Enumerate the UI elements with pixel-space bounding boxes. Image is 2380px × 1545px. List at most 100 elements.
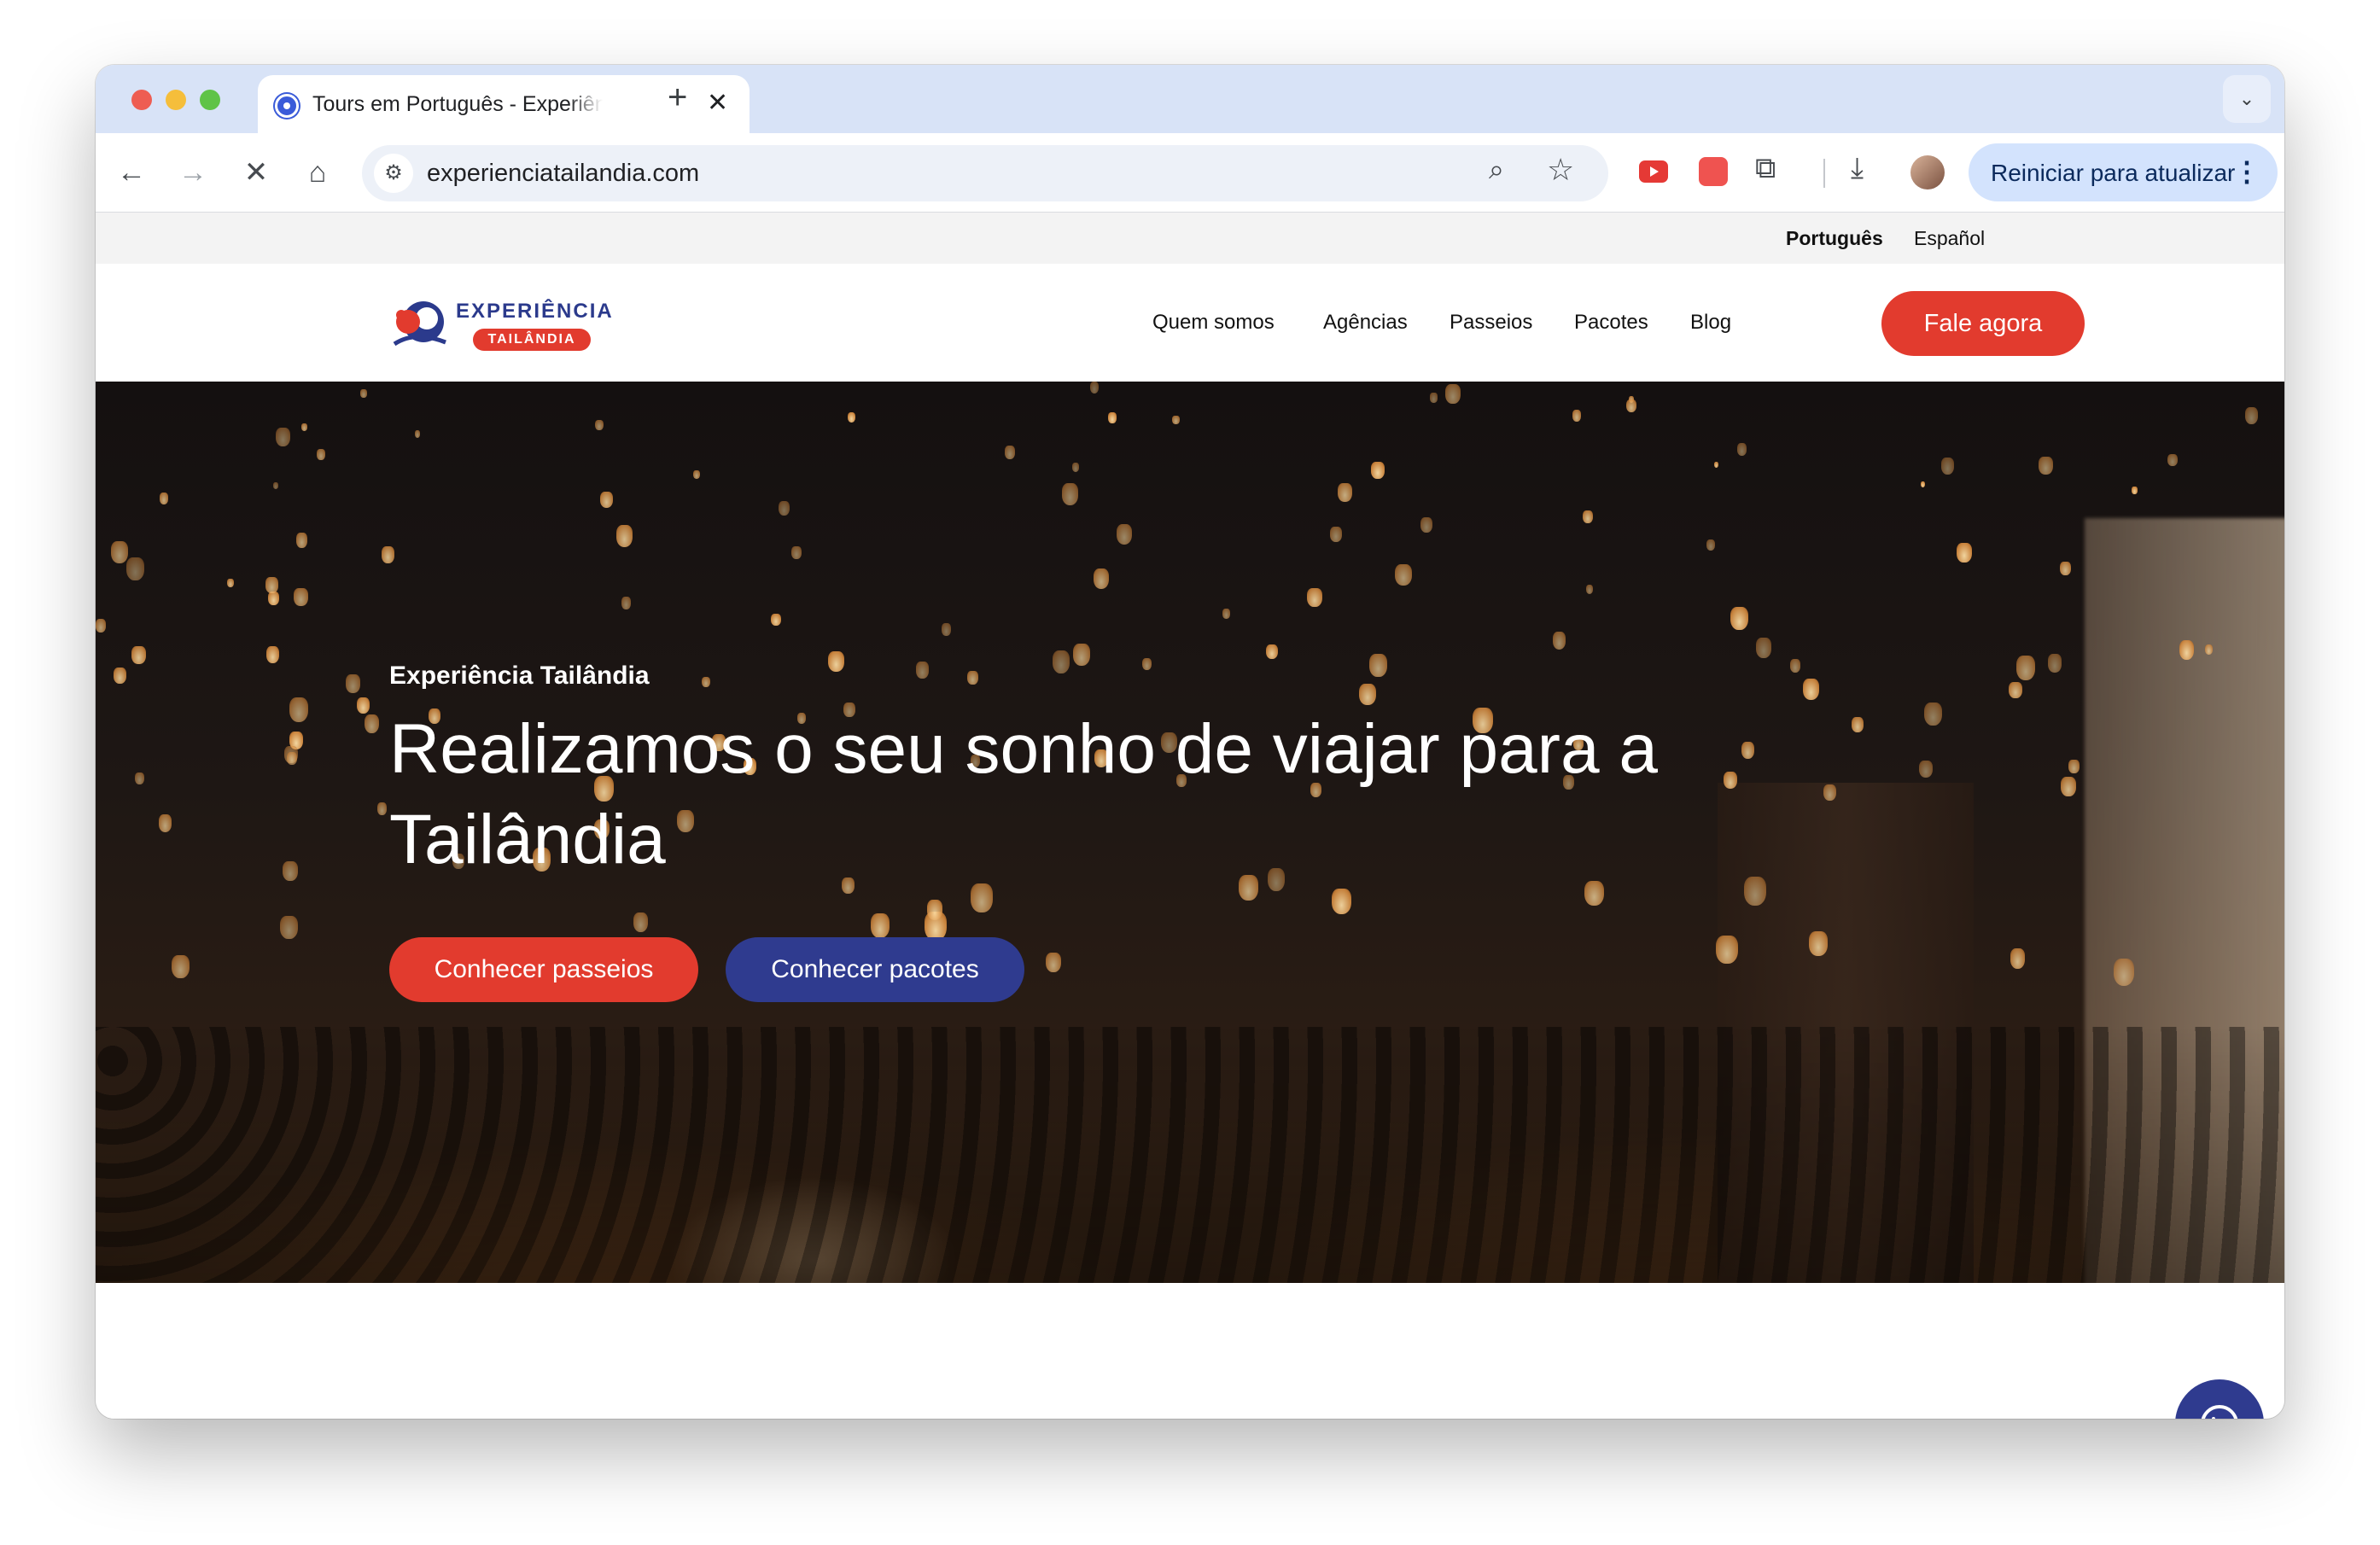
lantern-decoration	[1730, 607, 1748, 631]
lantern-decoration	[381, 546, 394, 563]
lantern-decoration	[172, 954, 190, 978]
web-page: Português Español EXPERIÊNCIA TAILÂNDIA …	[96, 213, 2284, 1419]
nav-passeios[interactable]: Passeios	[1450, 311, 1532, 335]
lantern-decoration	[1359, 683, 1376, 706]
lantern-decoration	[96, 619, 106, 633]
fale-agora-button[interactable]: Fale agora	[1881, 291, 2085, 356]
lantern-decoration	[1394, 563, 1412, 586]
lantern-decoration	[1809, 931, 1828, 956]
tab-title: Tours em Português - Experiência Tailând…	[312, 92, 603, 116]
lantern-decoration	[1052, 650, 1070, 673]
lantern-decoration	[1552, 632, 1566, 650]
conhecer-pacotes-button[interactable]: Conhecer pacotes	[726, 937, 1024, 1002]
lantern-decoration	[1093, 568, 1110, 589]
lantern-decoration	[2009, 681, 2022, 699]
site-logo[interactable]: EXPERIÊNCIA TAILÂNDIA	[389, 289, 614, 358]
lantern-decoration	[287, 751, 297, 765]
lantern-decoration	[346, 674, 361, 694]
lantern-decoration	[633, 912, 649, 932]
star-icon[interactable]: ☆	[1547, 152, 1574, 188]
stop-icon[interactable]: ✕	[236, 152, 277, 193]
tab-search-button[interactable]: ⌄	[2223, 75, 2271, 123]
maximize-window-button[interactable]	[200, 90, 220, 110]
red-extension-icon[interactable]	[1699, 157, 1728, 186]
nav-blog[interactable]: Blog	[1690, 311, 1731, 335]
hero-kicker: Experiência Tailândia	[389, 662, 650, 690]
hero-section: Experiência Tailândia Realizamos o seu s…	[96, 382, 2284, 1283]
lantern-decoration	[1852, 717, 1864, 732]
tab-close-icon[interactable]: ✕	[707, 90, 728, 116]
language-spanish[interactable]: Español	[1914, 227, 1985, 250]
nav-quem-somos[interactable]: Quem somos	[1152, 311, 1275, 335]
lantern-decoration	[1737, 443, 1747, 457]
site-header: EXPERIÊNCIA TAILÂNDIA Quem somos Agência…	[96, 264, 2284, 382]
lantern-decoration	[1061, 483, 1079, 505]
youtube-extension-icon[interactable]	[1639, 160, 1668, 183]
forward-icon[interactable]: →	[172, 152, 213, 193]
lantern-decoration	[1940, 458, 1955, 475]
lantern-decoration	[1920, 481, 1926, 488]
lantern-decoration	[356, 697, 370, 714]
lantern-decoration	[1756, 638, 1772, 658]
home-icon[interactable]: ⌂	[297, 152, 338, 193]
lantern-decoration	[1338, 483, 1352, 502]
minimize-window-button[interactable]	[166, 90, 186, 110]
lantern-decoration	[282, 860, 298, 881]
new-tab-button[interactable]: +	[668, 80, 687, 114]
lantern-decoration	[125, 557, 144, 581]
lantern-decoration	[1919, 760, 1933, 778]
lantern-decoration	[1957, 543, 1972, 563]
lantern-decoration	[1583, 510, 1593, 523]
lantern-decoration	[1116, 524, 1133, 545]
lantern-decoration	[2047, 654, 2062, 673]
lantern-decoration	[2061, 777, 2076, 797]
whatsapp-icon	[2201, 1405, 2238, 1419]
back-icon[interactable]: ←	[111, 152, 152, 193]
address-bar[interactable]: ⚙ experienciatailandia.com ⌕ ☆	[362, 145, 1608, 201]
lantern-decoration	[1713, 461, 1719, 468]
lantern-decoration	[1369, 654, 1387, 678]
lantern-decoration	[2016, 655, 2036, 680]
puzzle-icon[interactable]: ⧉	[1755, 152, 1776, 185]
lantern-decoration	[300, 423, 307, 432]
lantern-decoration	[1802, 679, 1819, 700]
lantern-decoration	[316, 448, 325, 460]
nav-pacotes[interactable]: Pacotes	[1574, 311, 1648, 335]
lantern-decoration	[2068, 759, 2080, 773]
lantern-decoration	[1789, 659, 1800, 673]
restart-to-update-button[interactable]: Reiniciar para atualizar ⋮	[1969, 143, 2278, 201]
lantern-decoration	[289, 697, 309, 722]
url-text[interactable]: experienciatailandia.com	[427, 160, 699, 188]
lantern-decoration	[1716, 935, 1738, 964]
lantern-decoration	[1307, 587, 1322, 608]
lantern-decoration	[1266, 644, 1279, 660]
zoom-icon[interactable]: ⌕	[1489, 154, 1504, 186]
conhecer-passeios-button[interactable]: Conhecer passeios	[389, 937, 698, 1002]
lantern-decoration	[158, 814, 172, 832]
hero-title: Realizamos o seu sonho de viajar para a …	[389, 710, 1658, 878]
restart-label: Reiniciar para atualizar	[1991, 160, 2236, 186]
language-portuguese[interactable]: Português	[1786, 227, 1883, 250]
lantern-decoration	[275, 428, 290, 447]
lantern-decoration	[1330, 526, 1342, 542]
lantern-decoration	[702, 676, 710, 688]
lantern-decoration	[226, 579, 234, 588]
lantern-decoration	[265, 577, 278, 594]
download-icon[interactable]: ⤓	[1851, 152, 1864, 185]
lantern-decoration	[791, 546, 802, 560]
lantern-decoration	[2010, 948, 2026, 969]
lantern-decoration	[600, 491, 614, 509]
lantern-decoration	[1430, 393, 1438, 403]
more-vert-icon[interactable]: ⋮	[2233, 155, 2260, 188]
lantern-decoration	[114, 667, 127, 684]
lantern-decoration	[1142, 657, 1152, 670]
lantern-decoration	[621, 597, 632, 609]
logo-title: EXPERIÊNCIA	[456, 300, 614, 323]
nav-agencias[interactable]: Agências	[1323, 311, 1408, 335]
close-window-button[interactable]	[131, 90, 152, 110]
lantern-decoration	[1089, 382, 1100, 394]
profile-avatar[interactable]	[1910, 155, 1945, 189]
lantern-decoration	[159, 493, 169, 504]
tune-icon[interactable]: ⚙	[374, 154, 413, 193]
whatsapp-button[interactable]	[2175, 1379, 2264, 1419]
